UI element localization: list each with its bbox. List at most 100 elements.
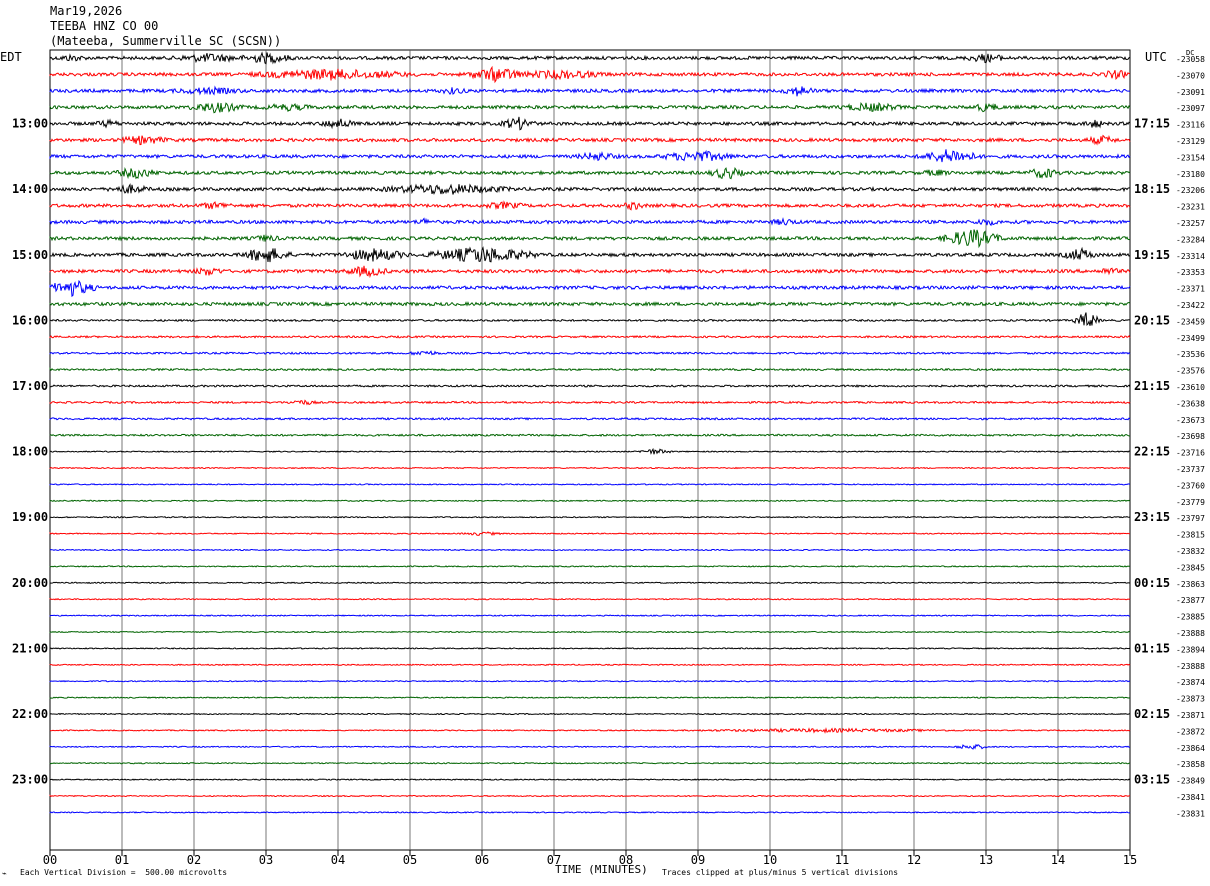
trace-row-12 (49, 246, 1131, 263)
x-tick-label-02: 02 (187, 853, 201, 867)
trace-row-33 (49, 597, 1131, 601)
trace-row-29 (49, 531, 1131, 536)
dc-offset-row-33: -23877 (1176, 596, 1205, 605)
left-hour-label: 15:00 (12, 248, 48, 262)
x-tick-label-15: 15 (1123, 853, 1137, 867)
x-axis-label: TIME (MINUTES) (555, 863, 648, 876)
trace-row-25 (49, 466, 1131, 470)
trace-row-15 (49, 300, 1131, 308)
x-tick-label-00: 00 (43, 853, 57, 867)
dc-offset-row-45: -23841 (1176, 793, 1205, 802)
x-tick-label-13: 13 (979, 853, 993, 867)
trace-row-37 (49, 663, 1131, 667)
trace-row-8 (49, 183, 1130, 195)
dc-offset-row-7: -23180 (1176, 170, 1205, 179)
dc-offset-row-16: -23459 (1176, 317, 1205, 326)
trace-row-24 (49, 447, 1131, 455)
x-tick-label-06: 06 (475, 853, 489, 867)
dc-offset-row-13: -23353 (1176, 268, 1205, 277)
trace-row-40 (49, 712, 1131, 716)
trace-row-3 (49, 101, 1131, 114)
dc-offset-row-41: -23872 (1176, 727, 1205, 736)
left-hour-label: 20:00 (12, 576, 48, 590)
dc-offset-row-28: -23797 (1176, 514, 1205, 523)
trace-row-9 (49, 200, 1131, 211)
dc-offset-row-17: -23499 (1176, 334, 1205, 343)
trace-row-43 (49, 761, 1131, 765)
trace-row-45 (49, 794, 1131, 798)
dc-offset-row-21: -23638 (1176, 399, 1205, 408)
left-hour-label: 13:00 (12, 117, 48, 131)
dc-offset-row-8: -23206 (1176, 186, 1205, 195)
right-hour-label: 22:15 (1134, 445, 1170, 459)
trace-row-34 (49, 614, 1131, 617)
dc-offset-row-10: -23257 (1176, 219, 1205, 228)
trace-row-13 (49, 265, 1131, 279)
dc-offset-row-36: -23894 (1176, 645, 1205, 654)
scale-note: Each Vertical Division = 500.00 microvol… (20, 868, 228, 877)
x-tick-label-05: 05 (403, 853, 417, 867)
right-hour-label: 17:15 (1134, 117, 1170, 131)
left-hour-label: 22:00 (12, 707, 48, 721)
trace-row-5 (49, 134, 1131, 146)
scale-icon: ⌁ (2, 869, 7, 878)
dc-offset-row-12: -23314 (1176, 252, 1205, 261)
trace-row-16 (49, 312, 1131, 327)
trace-row-2 (49, 85, 1131, 97)
clip-note: Traces clipped at plus/minus 5 vertical … (662, 868, 899, 877)
dc-offset-row-5: -23129 (1176, 137, 1205, 146)
dc-offset-row-34: -23885 (1176, 613, 1205, 622)
dc-offset-row-37: -23888 (1176, 662, 1205, 671)
right-hour-label: 19:15 (1134, 248, 1170, 262)
x-tick-label-12: 12 (907, 853, 921, 867)
trace-row-32 (49, 581, 1131, 585)
dc-offset-row-22: -23673 (1176, 416, 1205, 425)
trace-row-20 (49, 384, 1131, 388)
right-hour-label: 01:15 (1134, 641, 1170, 655)
left-hour-label: 18:00 (12, 445, 48, 459)
dc-offset-row-26: -23760 (1176, 481, 1205, 490)
dc-offset-row-9: -23231 (1176, 203, 1205, 212)
trace-row-41 (49, 727, 1131, 734)
trace-row-17 (49, 334, 1131, 339)
trace-row-31 (49, 565, 1130, 568)
dc-offset-row-19: -23576 (1176, 367, 1205, 376)
trace-row-21 (49, 399, 1131, 406)
dc-offset-row-20: -23610 (1176, 383, 1205, 392)
helicorder-plot: 00 01 02 03 04 05 06 07 08 09 10 11 12 13 14 15-23058-2… (12, 49, 1205, 867)
x-tick-label-14: 14 (1051, 853, 1065, 867)
right-hour-label: 20:15 (1134, 313, 1170, 327)
dc-offset-row-25: -23737 (1176, 465, 1205, 474)
right-hour-label: 00:15 (1134, 576, 1170, 590)
x-tick-label-11: 11 (835, 853, 849, 867)
left-hour-label: 14:00 (12, 182, 48, 196)
dc-offset-row-35: -23888 (1176, 629, 1205, 638)
dc-offset-row-2: -23091 (1176, 88, 1205, 97)
x-tick-label-01: 01 (115, 853, 129, 867)
trace-row-6 (49, 149, 1131, 163)
dc-offset-row-6: -23154 (1176, 153, 1205, 162)
dc-offset-row-4: -23116 (1176, 121, 1205, 130)
dc-offset-row-46: -23831 (1176, 809, 1205, 818)
trace-row-39 (49, 696, 1131, 699)
trace-row-46 (49, 811, 1131, 814)
right-hour-label: 21:15 (1134, 379, 1170, 393)
left-hour-label: 17:00 (12, 379, 48, 393)
trace-row-1 (49, 65, 1131, 84)
dc-offset-row-15: -23422 (1176, 301, 1205, 310)
dc-offset-row-42: -23864 (1176, 744, 1205, 753)
left-hour-label: 23:00 (12, 773, 48, 787)
trace-row-35 (49, 630, 1131, 634)
trace-row-4 (49, 116, 1131, 131)
dc-offset-row-44: -23849 (1176, 777, 1205, 786)
dc-offset-row-38: -23874 (1176, 678, 1205, 687)
trace-row-14 (49, 279, 1131, 298)
trace-row-23 (49, 433, 1131, 437)
trace-row-18 (49, 350, 1131, 356)
x-tick-label-10: 10 (763, 853, 777, 867)
dc-offset-row-1: -23070 (1176, 71, 1205, 80)
left-hour-label: 19:00 (12, 510, 48, 524)
trace-row-26 (49, 483, 1131, 486)
trace-row-19 (49, 367, 1131, 372)
trace-row-44 (49, 778, 1131, 781)
